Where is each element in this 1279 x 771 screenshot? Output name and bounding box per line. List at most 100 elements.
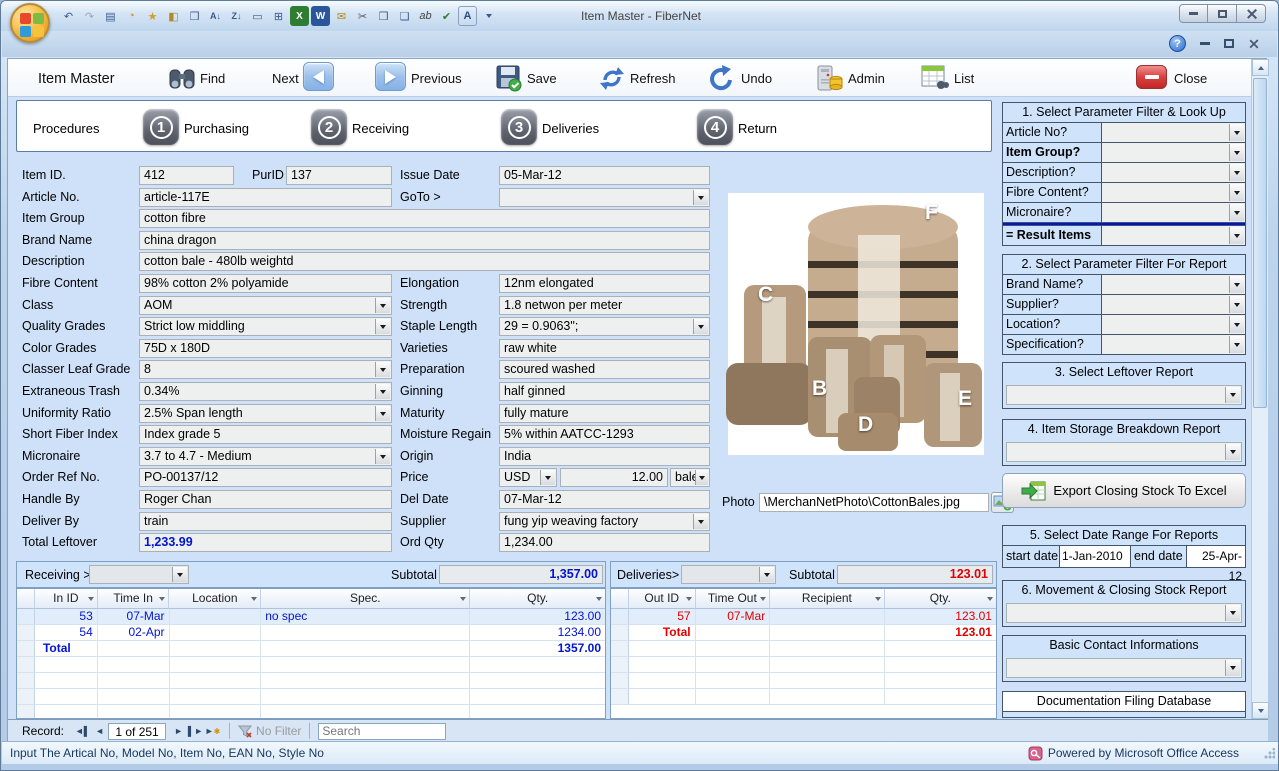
elongation-field[interactable]: 12nm elongated <box>499 274 710 293</box>
specification-filter-combobox[interactable] <box>1102 335 1245 354</box>
step-receiving-button[interactable]: 2 <box>311 109 347 145</box>
save-icon[interactable] <box>495 64 523 92</box>
table-empty-row[interactable] <box>611 689 996 705</box>
quality-grades-combobox[interactable]: Strict low middling <box>139 317 392 336</box>
receiving-filter-combobox[interactable] <box>89 565 189 584</box>
issue-date-field[interactable]: 05-Mar-12 <box>499 166 710 185</box>
maturity-field[interactable]: fully mature <box>499 404 710 423</box>
result-items-combobox[interactable] <box>1102 226 1245 245</box>
col-time-in[interactable]: Time In <box>98 589 170 609</box>
item-group-filter-combobox[interactable] <box>1102 143 1245 162</box>
child-close-icon[interactable] <box>1249 39 1259 49</box>
minimize-button[interactable] <box>1179 4 1208 23</box>
search-input[interactable] <box>318 723 446 740</box>
movement-report-combobox[interactable] <box>1006 603 1242 623</box>
fibre-content-filter-combobox[interactable] <box>1102 183 1245 202</box>
copy-profile-icon[interactable]: ❒ <box>185 6 204 26</box>
col-location[interactable]: Location <box>169 589 261 609</box>
col-recipient[interactable]: Recipient <box>770 589 884 609</box>
moisture-regain-field[interactable]: 5% within AATCC-1293 <box>499 425 710 444</box>
class-combobox[interactable]: AOM <box>139 296 392 315</box>
dropdown-button[interactable] <box>1229 124 1244 141</box>
receiving-subtotal-field[interactable]: 1,357.00 <box>439 565 603 584</box>
dropdown-button[interactable] <box>375 362 390 377</box>
close-window-button[interactable] <box>1237 4 1266 23</box>
dropdown-button[interactable] <box>693 190 708 205</box>
office-button[interactable] <box>10 3 50 43</box>
step-return-button[interactable]: 4 <box>697 109 733 145</box>
supplier-filter-combobox[interactable] <box>1102 295 1245 314</box>
start-date-field[interactable]: 1-Jan-2010 <box>1060 546 1131 567</box>
micronaire-filter-combobox[interactable] <box>1102 203 1245 222</box>
row-selector-header[interactable] <box>611 589 629 609</box>
table-empty-row[interactable] <box>17 705 605 719</box>
next-button[interactable] <box>303 62 334 91</box>
purid-field[interactable]: 137 <box>286 166 392 185</box>
vertical-scrollbar[interactable] <box>1251 59 1268 719</box>
scroll-up-button[interactable] <box>1252 59 1269 76</box>
table-empty-row[interactable] <box>611 657 996 673</box>
extraneous-trash-combobox[interactable]: 0.34% <box>139 382 392 401</box>
undo-button[interactable]: Undo <box>741 71 772 86</box>
fibre-content-field[interactable]: 98% cotton 2% polyamide <box>139 274 392 293</box>
admin-button[interactable]: Admin <box>848 71 885 86</box>
uniformity-ratio-combobox[interactable]: 2.5% Span length <box>139 404 392 423</box>
table-row[interactable]: 53 07-Mar no spec 123.00 <box>17 609 605 625</box>
receiving-table[interactable]: In ID Time In Location Spec. Qty. 53 07-… <box>16 588 606 719</box>
resize-grip[interactable] <box>1263 748 1275 760</box>
close-label[interactable]: Close <box>1174 71 1207 86</box>
dropdown-button[interactable] <box>1229 276 1244 293</box>
deliveries-filter-combobox[interactable] <box>681 565 776 584</box>
redo-icon[interactable]: ↷ <box>80 6 99 26</box>
dropdown-button[interactable] <box>1225 444 1240 460</box>
key-permissions-icon[interactable]: ◧ <box>164 6 183 26</box>
row-selector-header[interactable] <box>17 589 35 609</box>
col-time-out[interactable]: Time Out <box>696 589 771 609</box>
scroll-down-button[interactable] <box>1252 702 1269 719</box>
step-purchasing-button[interactable]: 1 <box>143 109 179 145</box>
short-fiber-index-field[interactable]: Index grade 5 <box>139 425 392 444</box>
dropdown-button[interactable] <box>1225 660 1240 676</box>
maximize-button[interactable] <box>1208 4 1237 23</box>
step-purchasing-label[interactable]: Purchasing <box>184 121 249 136</box>
table-empty-row[interactable] <box>17 689 605 705</box>
email-icon[interactable]: ✉ <box>332 6 351 26</box>
previous-label[interactable]: Previous <box>411 71 462 86</box>
storage-breakdown-combobox[interactable] <box>1006 442 1242 462</box>
dropdown-button[interactable] <box>375 449 390 464</box>
find-button[interactable]: Find <box>200 71 225 86</box>
help-icon[interactable]: ? <box>1169 35 1186 52</box>
photo-path-field[interactable]: \MerchanNetPhoto\CottonBales.jpg <box>759 493 989 512</box>
table-empty-row[interactable] <box>17 673 605 689</box>
dropdown-button[interactable] <box>1229 227 1244 244</box>
undo-icon-large[interactable] <box>707 63 737 93</box>
strength-field[interactable]: 1.8 netwon per meter <box>499 296 710 315</box>
dropdown-button[interactable] <box>1229 336 1244 353</box>
dropdown-button[interactable] <box>1229 316 1244 333</box>
save-button[interactable]: Save <box>527 71 557 86</box>
dropdown-button[interactable] <box>172 567 187 582</box>
price-currency-combobox[interactable]: USD <box>499 468 557 487</box>
next-label[interactable]: Next <box>272 71 299 86</box>
previous-record-button[interactable]: ◄ <box>91 723 108 740</box>
article-no-filter-combobox[interactable] <box>1102 123 1245 142</box>
preparation-field[interactable]: scoured washed <box>499 360 710 379</box>
leftover-report-combobox[interactable] <box>1006 385 1242 405</box>
order-ref-no-field[interactable]: PO-00137/12 <box>139 468 392 487</box>
dropdown-button[interactable] <box>1229 144 1244 161</box>
end-date-field[interactable]: 25-Apr-12 <box>1187 546 1245 567</box>
price-amount-field[interactable]: 12.00 <box>560 468 668 487</box>
binoculars-icon[interactable] <box>168 65 196 91</box>
dropdown-button[interactable] <box>375 384 390 399</box>
ord-qty-field[interactable]: 1,234.00 <box>499 533 710 552</box>
sort-ascending-icon[interactable]: A↓ <box>206 6 225 26</box>
list-icon[interactable] <box>920 64 950 92</box>
deliveries-subtotal-field[interactable]: 123.01 <box>837 565 993 584</box>
dropdown-button[interactable] <box>759 567 774 582</box>
dropdown-button[interactable] <box>1229 296 1244 313</box>
scrollbar-thumb[interactable] <box>1253 78 1267 408</box>
dropdown-button[interactable] <box>1225 387 1240 403</box>
next-record-button[interactable]: ► <box>170 723 187 740</box>
step-deliveries-label[interactable]: Deliveries <box>542 121 599 136</box>
previous-button[interactable] <box>375 62 406 91</box>
